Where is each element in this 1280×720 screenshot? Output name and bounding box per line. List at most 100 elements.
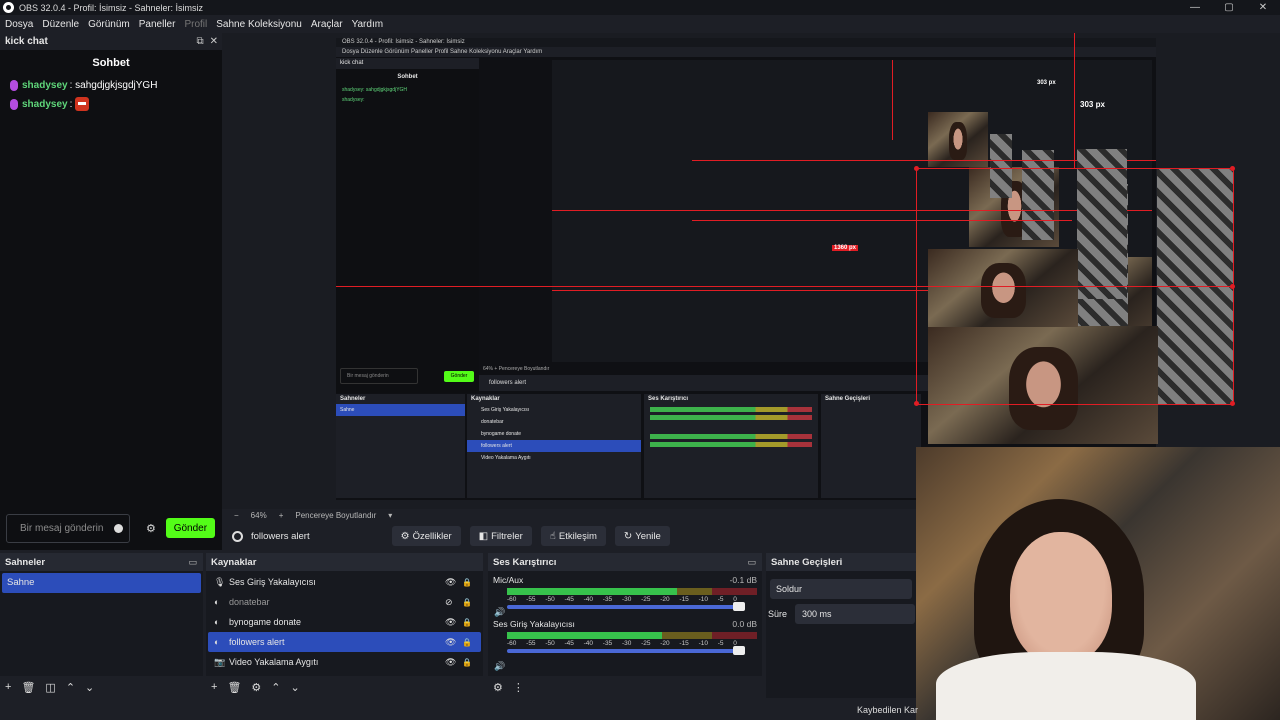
move-up-icon[interactable]: ⌃ (271, 681, 280, 694)
filters-button[interactable]: ◧ Filtreler (469, 526, 532, 546)
nested-chat-input: Bir mesaj gönderin (340, 368, 418, 384)
eye-icon[interactable]: 👁 (445, 577, 456, 588)
scene-item[interactable]: Sahne (2, 573, 201, 593)
lock-icon[interactable]: 🔒 (462, 658, 477, 667)
source-row[interactable]: 📷 Video Yakalama Aygıtı 👁 🔒 (208, 652, 481, 672)
resize-handle[interactable] (1230, 401, 1235, 406)
more-options-icon[interactable]: ⋮ (513, 681, 524, 694)
menu-scene-collection[interactable]: Sahne Koleksiyonu (216, 19, 302, 30)
fit-to-window-label[interactable]: Pencereye Boyutlandır (295, 511, 376, 520)
dock-menu-icon[interactable]: ▭ (188, 557, 197, 568)
meter-tick-label: -60 (507, 596, 517, 603)
gear-icon[interactable]: ⚙ (251, 681, 261, 694)
properties-button[interactable]: ⚙ Özellikler (391, 526, 461, 546)
interact-button[interactable]: ☝ Etkileşim (540, 526, 606, 546)
zoom-in-button[interactable]: + (279, 511, 284, 520)
nested-mixer-title: Ses Karıştırıcı (648, 396, 689, 402)
resize-handle[interactable] (914, 401, 919, 406)
chat-input-placeholder: Bir mesaj gönderin (20, 522, 104, 534)
channel-name: Mic/Aux (493, 575, 524, 585)
eye-icon[interactable]: 👁 (445, 617, 456, 628)
add-icon[interactable]: + (211, 681, 217, 693)
nested-chat-message: shadysey: sahgdjgkjsgdjYGH (342, 87, 408, 93)
selection-box[interactable] (916, 168, 1234, 405)
resize-handle[interactable] (1230, 284, 1235, 289)
size-label: 303 px (1080, 100, 1105, 109)
preview-area[interactable]: OBS 32.0.4 - Profil: İsimsiz - Sahneler:… (222, 33, 1280, 509)
mixer-channel: Mic/Aux -0.1 dB -60 -55 -50 -45 -40 -35 -30 -25 -… (488, 571, 762, 611)
speaker-icon[interactable]: 🔊 (494, 607, 505, 618)
scenes-title: Sahneler (5, 556, 46, 568)
meter-tick-label: -15 (679, 596, 689, 603)
menu-file[interactable]: Dosya (5, 19, 33, 30)
volume-slider[interactable] (507, 602, 745, 611)
menu-docks[interactable]: Paneller (139, 19, 176, 30)
menu-edit[interactable]: Düzenle (42, 19, 79, 30)
refresh-button[interactable]: ↻ Yenile (614, 526, 670, 546)
minimize-button[interactable]: — (1178, 0, 1212, 15)
nested-transitions-title: Sahne Geçişleri (825, 396, 871, 402)
resize-handle[interactable] (914, 166, 919, 171)
chat-settings-gear-icon[interactable]: ⚙ (146, 522, 156, 535)
gear-icon: ⚙ (400, 530, 410, 542)
menu-help[interactable]: Yardım (352, 19, 384, 30)
slider-knob[interactable] (733, 646, 745, 655)
dock-menu-icon[interactable]: ▭ (747, 557, 756, 568)
zoom-dropdown-icon[interactable]: ▾ (388, 511, 392, 520)
source-row[interactable]: ◐ donatebar ⊘ 🔒 (208, 592, 481, 612)
nested-sources-title: Kaynaklar (471, 396, 500, 402)
emoji-icon[interactable] (114, 523, 123, 533)
transition-select[interactable]: Soldur (770, 579, 912, 599)
filter-icon[interactable]: ◫ (45, 681, 55, 694)
speaker-icon[interactable]: 🔊 (494, 661, 505, 672)
chat-username[interactable]: shadysey (22, 99, 68, 110)
undock-icon[interactable]: ⧉ (196, 36, 203, 47)
lock-icon[interactable]: 🔒 (462, 618, 477, 627)
refresh-label: Yenile (635, 530, 661, 542)
trash-icon[interactable]: 🗑 (21, 681, 35, 694)
chat-dock-header: kick chat ⧉ ✕ (0, 33, 222, 50)
source-row[interactable]: 🎙 Ses Giriş Yakalayıcısı 👁 🔒 (208, 572, 481, 592)
lock-icon[interactable]: 🔒 (462, 578, 477, 587)
meter-tick-label: -10 (698, 640, 708, 647)
chat-message-input[interactable]: Bir mesaj gönderin (6, 513, 130, 543)
chat-username[interactable]: shadysey (22, 80, 68, 91)
zoom-out-button[interactable]: − (234, 511, 239, 520)
nested-chat-message: shadysey: (342, 97, 365, 103)
meter-tick-label: -30 (621, 640, 632, 647)
size-label: 1360 px (832, 245, 859, 251)
resize-handle[interactable] (1230, 166, 1235, 171)
chat-message: shadysey : (0, 94, 222, 114)
nested-source-item: Ses Giriş Yakalayıcısı (481, 407, 530, 413)
move-down-icon[interactable]: ⌄ (291, 681, 300, 694)
menu-profile[interactable]: Profil (184, 19, 207, 30)
move-up-icon[interactable]: ⌃ (66, 681, 75, 694)
trash-icon[interactable]: 🗑 (227, 681, 241, 694)
volume-slider[interactable] (507, 646, 745, 655)
maximize-button[interactable]: ▢ (1212, 0, 1246, 15)
source-row[interactable]: ◐ followers alert 👁 🔒 (208, 632, 481, 652)
slider-knob[interactable] (733, 602, 745, 611)
chat-send-button[interactable]: Gönder (165, 518, 215, 538)
source-name: followers alert (229, 637, 285, 647)
close-dock-icon[interactable]: ✕ (210, 36, 218, 47)
channel-name: Ses Giriş Yakalayıcısı (493, 619, 575, 629)
lock-icon[interactable]: 🔒 (462, 638, 477, 647)
eye-hidden-icon[interactable]: ⊘ (445, 597, 456, 608)
mixer-settings-icon[interactable]: ⚙ (493, 681, 503, 694)
source-row[interactable]: ◐ bynogame donate 👁 🔒 (208, 612, 481, 632)
close-button[interactable]: ✕ (1246, 0, 1280, 15)
add-icon[interactable]: + (5, 681, 11, 693)
microphone-badge-icon (10, 80, 18, 91)
eye-icon[interactable]: 👁 (445, 657, 456, 668)
menu-tools[interactable]: Araçlar (311, 19, 343, 30)
lock-icon[interactable]: 🔒 (462, 598, 477, 607)
nested-source-item: donatebar (481, 419, 504, 425)
eye-icon[interactable]: 👁 (445, 637, 456, 648)
move-down-icon[interactable]: ⌄ (85, 681, 94, 694)
menu-view[interactable]: Görünüm (88, 19, 130, 30)
nested-scenes-title: Sahneler (340, 396, 366, 402)
meter-tick-label: -45 (564, 596, 574, 603)
mixer-channel: Ses Giriş Yakalayıcısı 0.0 dB -60 -55 -50 -4… (488, 609, 762, 655)
duration-input[interactable]: 300 ms (795, 604, 916, 624)
